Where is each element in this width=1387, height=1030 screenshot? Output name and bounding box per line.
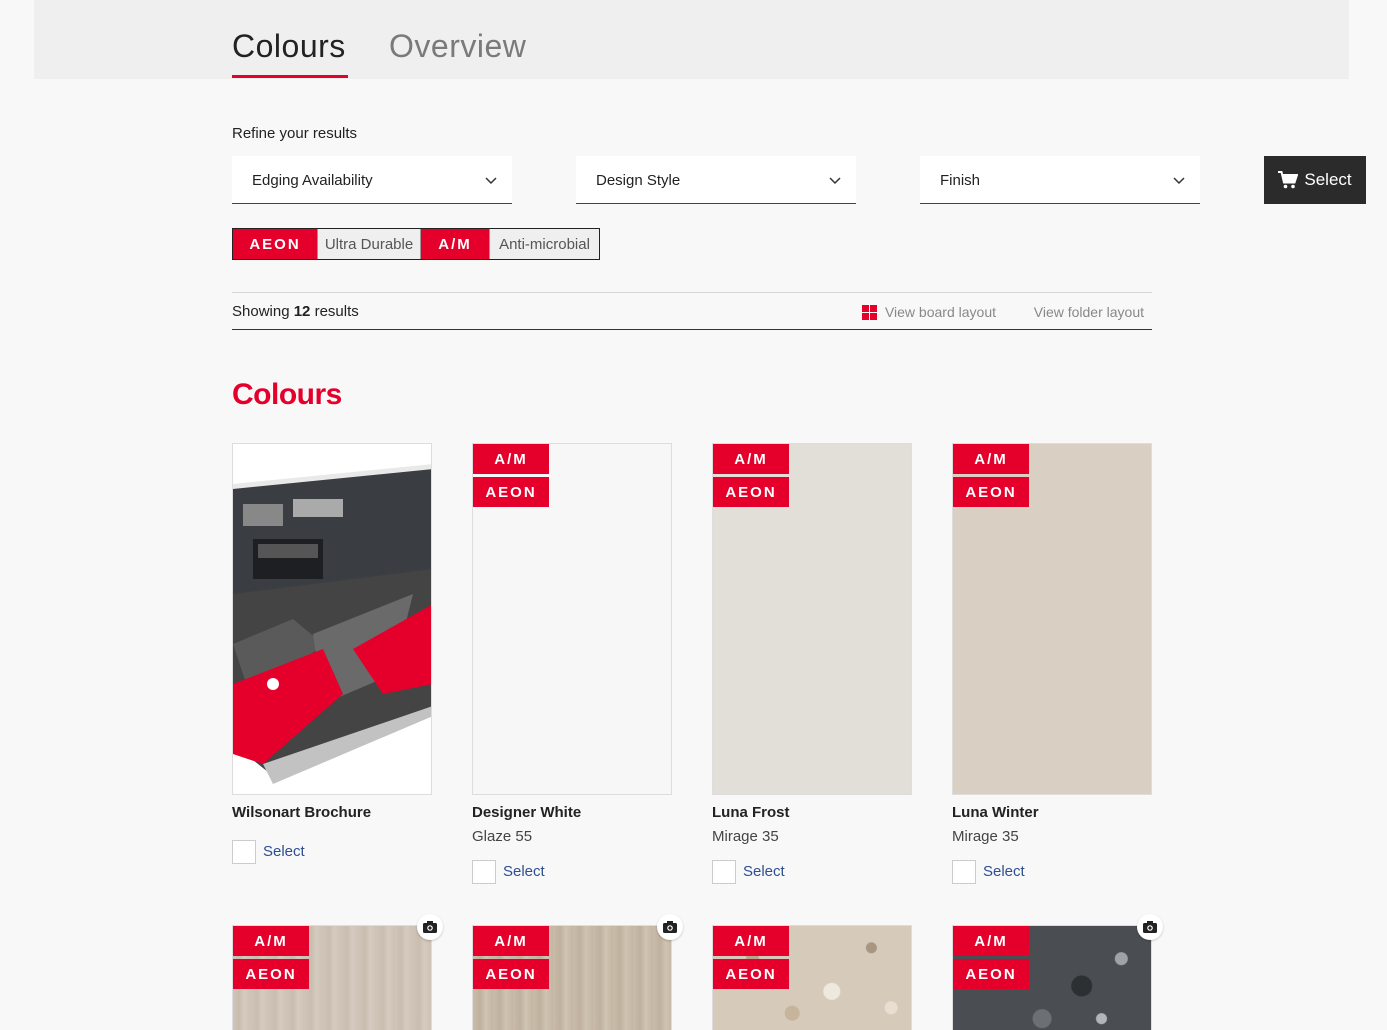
am-tag: A/M: [953, 926, 1029, 956]
results-prefix: Showing: [232, 303, 290, 320]
aeon-tag: AEON: [233, 959, 309, 989]
aeon-badge: AEON: [233, 229, 317, 259]
swatch-granite-dark[interactable]: A/M AEON: [952, 914, 1163, 1030]
cart-button-label: Select: [1304, 170, 1352, 189]
camera-icon[interactable]: [417, 914, 443, 940]
am-tag: A/M: [713, 926, 789, 956]
results-count: Showing 12 results: [232, 303, 359, 320]
card-name: Wilsonart Brochure: [232, 804, 372, 821]
view-board-label: View board layout: [884, 304, 996, 320]
select-checkbox[interactable]: [952, 860, 976, 884]
cart-select-button[interactable]: Select: [1264, 156, 1366, 204]
swatch-oak-1[interactable]: A/M AEON: [232, 914, 443, 1030]
aeon-description: Ultra Durable: [317, 229, 421, 259]
select-checkbox[interactable]: [472, 860, 496, 884]
swatch-oak-2[interactable]: A/M AEON: [472, 914, 683, 1030]
select-link[interactable]: Select: [983, 863, 1025, 880]
aeon-tag: AEON: [953, 477, 1029, 507]
view-board-layout-link[interactable]: View board layout: [861, 304, 996, 320]
dropdown-label: Edging Availability: [252, 172, 373, 189]
card-name: Luna Winter: [952, 804, 1039, 821]
aeon-tag: AEON: [953, 959, 1029, 989]
swatch-designer-white[interactable]: A/M AEON: [472, 443, 672, 795]
select-checkbox[interactable]: [712, 860, 736, 884]
chevron-down-icon: [829, 177, 841, 185]
select-checkbox[interactable]: [232, 840, 256, 864]
camera-icon[interactable]: [1137, 914, 1163, 940]
tab-overview[interactable]: Overview: [389, 28, 526, 65]
badge-legend: AEON Ultra Durable A/M Anti-microbial: [232, 228, 600, 260]
tab-colours[interactable]: Colours: [232, 28, 346, 65]
am-tag: A/M: [473, 926, 549, 956]
edging-availability-dropdown[interactable]: Edging Availability: [232, 156, 512, 204]
chevron-down-icon: [485, 177, 497, 185]
aeon-tag: AEON: [473, 477, 549, 507]
results-suffix: results: [314, 303, 359, 320]
chevron-down-icon: [1173, 177, 1185, 185]
grid-icon: [861, 304, 877, 320]
card-finish: Glaze 55: [472, 828, 533, 845]
am-description: Anti-microbial: [489, 229, 599, 259]
dropdown-label: Design Style: [596, 172, 681, 189]
shopping-cart-icon: [1278, 171, 1299, 189]
card-name: Designer White: [472, 804, 582, 821]
dropdown-label: Finish: [940, 172, 981, 189]
select-link[interactable]: Select: [503, 863, 545, 880]
results-number: 12: [293, 303, 311, 320]
am-tag: A/M: [473, 444, 549, 474]
card-finish: Mirage 35: [952, 828, 1019, 845]
card-name: Luna Frost: [712, 804, 790, 821]
am-tag: A/M: [233, 926, 309, 956]
am-badge: A/M: [421, 229, 489, 259]
select-link[interactable]: Select: [743, 863, 785, 880]
aeon-tag: AEON: [713, 477, 789, 507]
am-tag: A/M: [713, 444, 789, 474]
brochure-illustration: [233, 444, 431, 794]
card-finish: Mirage 35: [712, 828, 779, 845]
swatch-granite-light[interactable]: A/M AEON: [712, 925, 912, 1030]
swatch-luna-winter[interactable]: A/M AEON: [952, 443, 1152, 795]
select-link[interactable]: Select: [263, 843, 305, 860]
active-tab-underline: [232, 75, 348, 78]
aeon-tag: AEON: [713, 959, 789, 989]
results-bar: Showing 12 results View board layout Vie…: [232, 292, 1152, 330]
swatch-luna-frost[interactable]: A/M AEON: [712, 443, 912, 795]
brochure-image[interactable]: [232, 443, 432, 795]
camera-icon[interactable]: [657, 914, 683, 940]
aeon-tag: AEON: [473, 959, 549, 989]
finish-dropdown[interactable]: Finish: [920, 156, 1200, 204]
view-folder-layout-link[interactable]: View folder layout: [1034, 304, 1144, 320]
design-style-dropdown[interactable]: Design Style: [576, 156, 856, 204]
refine-label: Refine your results: [232, 125, 358, 142]
am-tag: A/M: [953, 444, 1029, 474]
section-title: Colours: [232, 378, 342, 411]
